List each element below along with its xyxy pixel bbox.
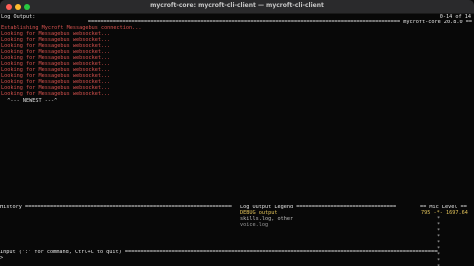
terminal-window: mycroft-core: mycroft-cli-client — mycro… xyxy=(0,0,474,266)
legend-voice-log: voice.log xyxy=(240,222,269,228)
newest-marker: ^--- NEWEST ---^ xyxy=(1,98,58,104)
input-caret: > xyxy=(0,255,4,261)
mic-level-reading: 795 -*- 1697.64 xyxy=(421,210,468,216)
history-header: History ================================… xyxy=(0,205,232,210)
command-input[interactable] xyxy=(5,256,385,262)
terminal-content[interactable]: Log Output: 0-14 of 14 =================… xyxy=(0,14,474,266)
title-bar: mycroft-core: mycroft-cli-client — mycro… xyxy=(0,0,474,14)
window-title: mycroft-core: mycroft-cli-client — mycro… xyxy=(150,2,324,9)
